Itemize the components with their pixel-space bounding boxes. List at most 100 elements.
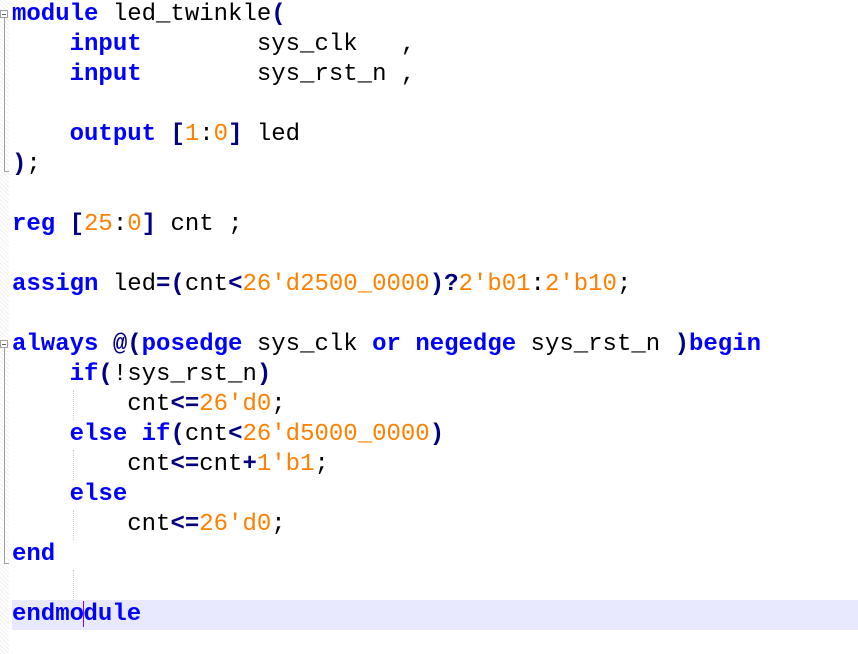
code-line[interactable] — [12, 180, 858, 210]
fold-toggle-always-block-icon[interactable] — [0, 340, 8, 348]
identifier-token — [12, 61, 70, 88]
keyword-token: posedge — [141, 331, 243, 358]
number-token: 25 — [84, 211, 113, 238]
operator-token: ) — [429, 421, 445, 448]
code-line[interactable] — [12, 300, 858, 330]
number-token: 1'b1 — [256, 451, 315, 478]
operator-token: =( — [156, 271, 185, 298]
keyword-token: assign — [12, 271, 99, 298]
code-line[interactable]: ); — [12, 150, 858, 180]
keyword-token: end — [12, 541, 56, 568]
code-line[interactable]: reg [25:0] cnt ; — [12, 210, 858, 240]
keyword-token: reg — [12, 211, 56, 238]
identifier-token — [12, 121, 70, 148]
keyword-token: input — [69, 31, 142, 58]
number-token: 1 — [184, 121, 200, 148]
identifier-token: led — [242, 121, 301, 148]
keyword-token: endmo — [12, 601, 85, 628]
keyword-token: input — [69, 61, 142, 88]
operator-token: <= — [170, 391, 200, 418]
operator-token: ] — [228, 121, 243, 148]
identifier-token: led_twinkle — [98, 1, 272, 28]
code-line[interactable]: if(!sys_rst_n) — [12, 360, 858, 390]
identifier-token: led — [98, 271, 157, 298]
operator-token: ) — [12, 151, 27, 178]
identifier-token: cnt — [199, 451, 243, 478]
operator-token: ( — [98, 361, 113, 388]
code-line[interactable] — [12, 570, 858, 600]
identifier-token: sys_clk , — [141, 31, 416, 58]
keyword-token: else — [69, 481, 128, 508]
fold-end-marker — [4, 171, 9, 172]
identifier-token: : — [112, 211, 128, 238]
code-line-current[interactable]: endmodule — [12, 600, 858, 630]
identifier-token: ; — [271, 391, 286, 418]
identifier-token: sys_rst_n , — [141, 61, 416, 88]
fold-line — [4, 18, 5, 172]
identifier-token: cnt — [12, 391, 171, 418]
code-line[interactable]: cnt<=cnt+1'b1; — [12, 450, 858, 480]
identifier-token — [127, 421, 141, 448]
keyword-token: else — [69, 421, 128, 448]
operator-token: ) — [256, 361, 272, 388]
code-line[interactable]: else — [12, 480, 858, 510]
number-token: 26'd5000_0000 — [242, 421, 430, 448]
code-line[interactable] — [12, 240, 858, 270]
operator-token: [ — [170, 121, 185, 148]
operator-token: <= — [170, 511, 200, 538]
identifier-token — [12, 361, 70, 388]
identifier-token: ; — [271, 511, 286, 538]
identifier-token: cnt — [12, 451, 171, 478]
fold-end-marker — [4, 563, 9, 564]
identifier-token — [55, 211, 69, 238]
keyword-token: module — [12, 1, 99, 28]
code-line[interactable]: end — [12, 540, 858, 570]
identifier-token: sys_clk — [242, 331, 373, 358]
identifier-token: cnt — [184, 271, 229, 298]
keyword-token: dule — [83, 601, 142, 628]
fold-toggle-module-header-icon[interactable] — [0, 10, 8, 18]
identifier-token — [12, 481, 70, 508]
code-line[interactable]: module led_twinkle( — [12, 0, 858, 30]
identifier-token — [98, 331, 112, 358]
operator-token: ( — [271, 1, 286, 28]
identifier-token: : — [530, 271, 545, 298]
operator-token: < — [228, 271, 243, 298]
code-line[interactable]: else if(cnt<26'd5000_0000) — [12, 420, 858, 450]
number-token: 2'b01 — [458, 271, 531, 298]
identifier-token — [156, 121, 170, 148]
fold-line — [4, 348, 5, 564]
keyword-token: always — [12, 331, 99, 358]
number-token: 26'd2500_0000 — [242, 271, 430, 298]
identifier-token: : — [199, 121, 214, 148]
identifier-token: cnt ; — [156, 211, 243, 238]
code-line[interactable]: assign led=(cnt<26'd2500_0000)?2'b01:2'b… — [12, 270, 858, 300]
identifier-token: cnt — [184, 421, 229, 448]
code-line[interactable]: input sys_rst_n , — [12, 60, 858, 90]
code-line[interactable]: cnt<=26'd0; — [12, 510, 858, 540]
keyword-token: begin — [688, 331, 761, 358]
number-token: 0 — [127, 211, 142, 238]
operator-token: @( — [112, 331, 142, 358]
code-line[interactable]: output [1:0] led — [12, 120, 858, 150]
code-line[interactable]: cnt<=26'd0; — [12, 390, 858, 420]
identifier-token — [12, 421, 70, 448]
identifier-token: ; — [314, 451, 329, 478]
keyword-token: or — [372, 331, 401, 358]
identifier-token: cnt — [12, 511, 171, 538]
number-token: 2'b10 — [544, 271, 617, 298]
code-line[interactable]: always @(posedge sys_clk or negedge sys_… — [12, 330, 858, 360]
operator-token: ( — [170, 421, 185, 448]
code-line[interactable]: input sys_clk , — [12, 30, 858, 60]
identifier-token: ; — [26, 151, 41, 178]
number-token: 26'd0 — [199, 391, 272, 418]
identifier-token — [12, 31, 70, 58]
identifier-token: !sys_rst_n — [112, 361, 257, 388]
identifier-token — [401, 331, 415, 358]
operator-token: + — [242, 451, 257, 478]
code-line[interactable] — [12, 90, 858, 120]
number-token: 0 — [213, 121, 229, 148]
keyword-token: if — [69, 361, 99, 388]
identifier-token: ; — [616, 271, 632, 298]
operator-token: < — [228, 421, 243, 448]
